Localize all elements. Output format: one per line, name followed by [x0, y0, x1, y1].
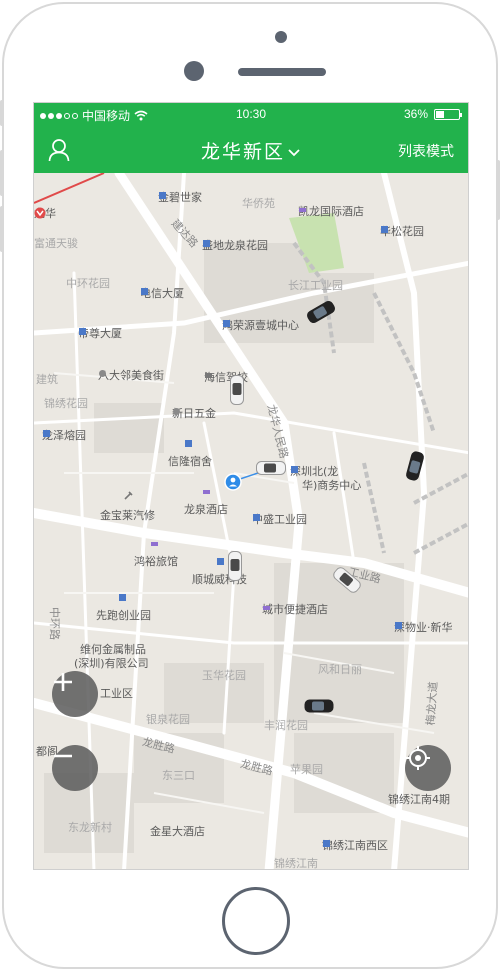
- map-label-poi: 金碧世家: [158, 191, 202, 204]
- map-label-area: 华侨苑: [242, 197, 275, 210]
- map-label-area: 银泉花园: [146, 713, 190, 726]
- app-screen: 中国移动 10:30 36% 龙华新区 列表模式 金碧世家 华侨苑 凯龙国际酒店…: [33, 102, 469, 870]
- map-label-poi: 中盛工业园: [252, 513, 307, 526]
- map-label-area: 长江工业园: [288, 279, 343, 292]
- map-label-poi: 锦绣江南西区: [322, 839, 388, 852]
- map-label-road: 中环路: [48, 607, 61, 640]
- car-icon[interactable]: [230, 375, 244, 405]
- zoom-out-button[interactable]: [52, 745, 98, 791]
- map-label-metro: 龙华: [34, 207, 56, 220]
- status-bar: 中国移动 10:30 36%: [34, 103, 468, 127]
- map-label-area: 工业区: [100, 687, 133, 700]
- map-label-poi: 深圳北(龙: [290, 465, 339, 478]
- front-camera: [184, 61, 204, 81]
- map-label-poi: 维何金属制品: [80, 643, 146, 656]
- status-time: 10:30: [235, 107, 267, 121]
- map-label-poi: (深圳)有限公司: [74, 657, 149, 670]
- map-label-poi: 华松花园: [380, 225, 424, 238]
- zoom-in-button[interactable]: [52, 671, 98, 717]
- map-label-area: 丰润花园: [264, 719, 308, 732]
- battery-icon: [434, 108, 462, 120]
- map-label-area: 金星大酒店: [150, 825, 205, 838]
- car-icon[interactable]: [304, 699, 334, 713]
- map-label-area: 中环花园: [66, 277, 110, 290]
- side-button: [0, 150, 4, 196]
- map-label-poi: 八大邻美食街: [98, 369, 164, 382]
- map-label-poi: 深物业·新华: [394, 621, 453, 634]
- map-label-poi: 信隆宿舍: [168, 455, 212, 468]
- side-button: [0, 100, 4, 126]
- map-label-area: 锦绣江南4期: [388, 793, 450, 806]
- map-label-poi: 盛地龙泉花园: [202, 239, 268, 252]
- map-label-poi: 龙泽熔园: [42, 429, 86, 442]
- district-title: 龙华新区: [200, 142, 285, 163]
- map-view[interactable]: 龙华 金碧世家 华侨苑 凯龙国际酒店 富通天骏 建达路 盛地龙泉花园 华松花园 …: [34, 173, 468, 870]
- earpiece-speaker: [238, 68, 326, 76]
- locate-me-button[interactable]: [405, 745, 451, 791]
- home-button[interactable]: [222, 887, 290, 955]
- map-label-area: 富通天骏: [34, 237, 78, 250]
- battery-percent: 36%: [403, 107, 428, 121]
- map-label-area: 玉华花园: [202, 669, 246, 682]
- map-label-poi: 电信大厦: [140, 287, 184, 300]
- car-icon[interactable]: [228, 551, 242, 581]
- map-label-area: 东三口: [162, 769, 195, 782]
- map-label-area: 锦绣花园: [44, 397, 88, 410]
- map-label-area: 苹果园: [290, 763, 323, 776]
- map-label-poi: 凯龙国际酒店: [298, 205, 364, 218]
- map-label-poi: 鸿荣源壹城中心: [222, 319, 299, 332]
- map-label-poi: 华)商务中心: [302, 479, 362, 492]
- list-mode-button[interactable]: 列表模式: [398, 141, 454, 161]
- proximity-sensor: [275, 31, 287, 43]
- map-label-area: 建筑: [36, 373, 58, 386]
- map-label-poi: 鸿裕旅馆: [134, 555, 178, 568]
- map-label-poi: 城市便捷酒店: [262, 603, 328, 616]
- map-label-area: 风和日丽: [318, 663, 362, 676]
- side-button: [0, 206, 4, 252]
- car-icon[interactable]: [256, 461, 286, 475]
- map-label-area: 东龙新村: [68, 821, 112, 834]
- minus-icon: [54, 754, 72, 758]
- map-label-area: 锦绣江南: [274, 857, 318, 870]
- map-label-poi: 新日五金: [172, 407, 216, 420]
- chevron-down-icon: [288, 149, 300, 157]
- crosshair-icon: [406, 746, 430, 770]
- nav-bar: 龙华新区 列表模式: [34, 127, 468, 173]
- side-button: [496, 160, 500, 220]
- plus-icon: [54, 673, 72, 691]
- user-location-icon: [224, 473, 242, 491]
- map-label-poi: 金宝莱汽修: [100, 509, 155, 522]
- map-label-poi: 龙泉酒店: [184, 503, 228, 516]
- map-label-poi: 帝尊大厦: [78, 327, 122, 340]
- map-label-poi: 先跑创业园: [96, 609, 151, 622]
